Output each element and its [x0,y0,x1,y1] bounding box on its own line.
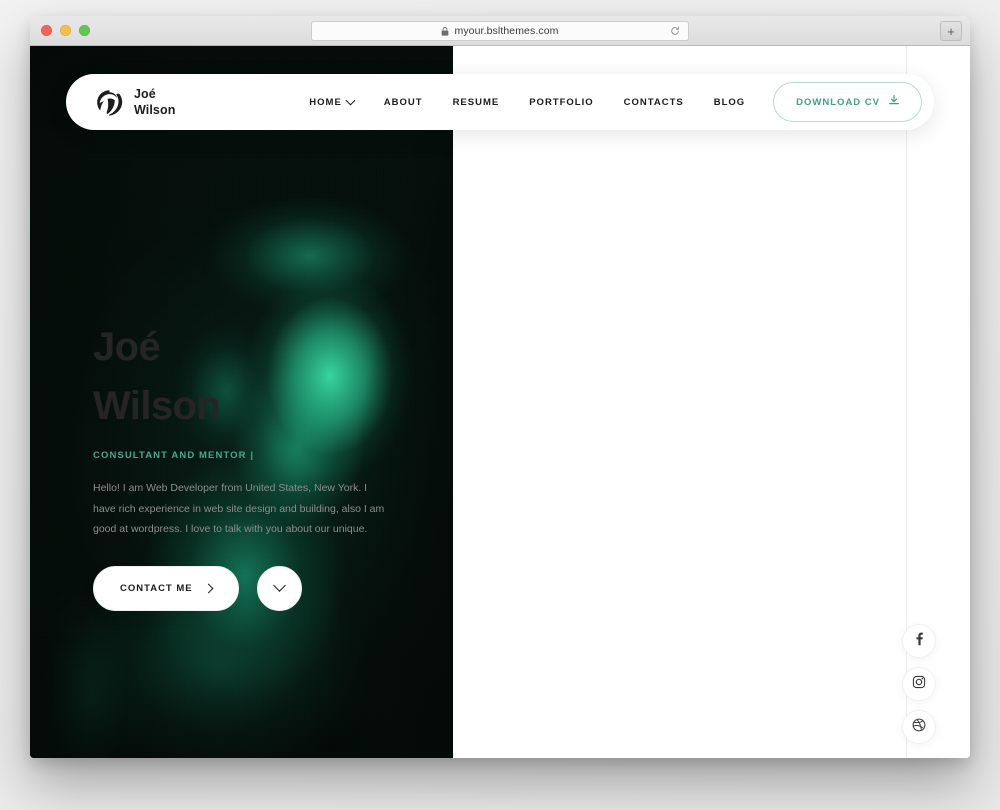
hero-description: Hello! I am Web Developer from United St… [93,482,385,536]
lock-icon [441,26,449,36]
social-link-dribbble[interactable] [902,710,936,744]
social-link-facebook[interactable] [902,624,936,658]
download-cv-button[interactable]: DOWNLOAD CV [773,82,922,122]
nav-item-contacts[interactable]: CONTACTS [624,97,684,108]
hero-role-typewriter: CONSULTANT AND MENTOR | [93,450,255,462]
address-bar[interactable]: myour.bslthemes.com [311,21,689,41]
scroll-down-button[interactable] [256,565,302,611]
reload-icon[interactable] [670,26,680,36]
nav-item-portfolio[interactable]: PORTFOLIO [529,97,593,108]
contact-me-button[interactable]: CONTACT ME [93,565,239,611]
site-header: Joé Wilson HOME ABOUT RESUME PORTFOLIO C… [66,74,934,130]
page-viewport: Joé Wilson HOME ABOUT RESUME PORTFOLIO C… [30,46,970,758]
nav-item-home-label: HOME [309,96,342,108]
chevron-down-icon [272,578,286,592]
social-links-rail [902,624,936,744]
hero-actions: CONTACT ME [93,565,423,611]
browser-titlebar: myour.bslthemes.com + [30,16,970,46]
facebook-icon [912,632,926,651]
hero-first-name: Joé [93,325,161,369]
hero-last-name: Wilson [93,384,221,429]
browser-window: myour.bslthemes.com + Joé Wilson HOME AB… [30,16,970,758]
social-link-instagram[interactable] [902,667,936,701]
download-icon [889,95,899,109]
nav-item-home[interactable]: HOME [309,95,356,108]
window-minimize-button[interactable] [60,25,71,36]
nav-pill: Joé Wilson HOME ABOUT RESUME PORTFOLIO C… [66,74,934,130]
window-zoom-button[interactable] [79,25,90,36]
hero-content-panel [453,46,970,758]
chevron-down-icon [345,95,356,105]
hero-text-block: Joé Wilson CONSULTANT AND MENTOR | Hello… [93,325,423,611]
brand-logo[interactable]: Joé Wilson [66,86,175,118]
download-cv-label: DOWNLOAD CV [796,96,880,108]
brand-logo-icon [96,89,123,116]
contact-me-label: CONTACT ME [120,582,193,594]
brand-name: Joé Wilson [134,87,176,117]
address-bar-url: myour.bslthemes.com [454,25,559,37]
nav-item-blog[interactable]: BLOG [714,97,745,108]
window-close-button[interactable] [41,25,52,36]
arrow-right-icon [203,583,214,594]
new-tab-button[interactable]: + [940,21,962,41]
nav-item-about[interactable]: ABOUT [384,97,423,108]
main-navigation: HOME ABOUT RESUME PORTFOLIO CONTACTS BLO… [309,95,745,108]
nav-item-resume[interactable]: RESUME [453,97,500,108]
dribbble-icon [912,718,926,737]
instagram-icon [912,675,926,694]
new-tab-label: + [947,23,955,39]
window-traffic-lights [30,25,90,36]
